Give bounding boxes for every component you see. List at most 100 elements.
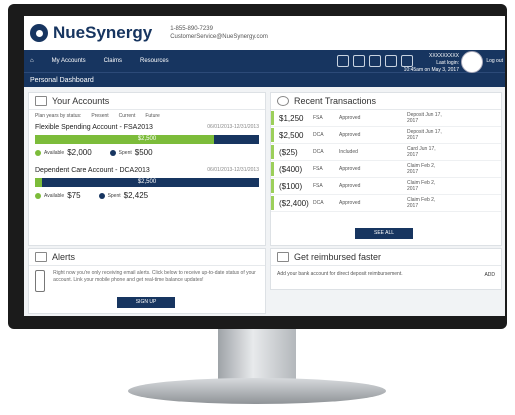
- dca-spent-label: Spent: [107, 192, 121, 199]
- alerts-title: Alerts: [52, 252, 76, 262]
- alerts-header: Alerts: [29, 249, 265, 266]
- contact-phone[interactable]: 1-855-890-7239: [170, 25, 268, 33]
- home-icon[interactable]: ⌂: [30, 58, 34, 64]
- tx-status: Approved: [339, 200, 361, 206]
- tx-status: Approved: [339, 166, 361, 172]
- tx-amount: ($100): [279, 181, 303, 191]
- see-all-button[interactable]: SEE ALL: [355, 228, 413, 239]
- tx-type: DCA: [313, 149, 324, 155]
- tx-desc: Claim Feb 2, 2017: [407, 163, 436, 175]
- tx-type: DCA: [313, 200, 324, 206]
- spent-dot-icon: [109, 149, 116, 156]
- dca-legend: Available $75 Spent $2,425: [29, 189, 265, 202]
- plan-filters: Plan years by status: Present Current Fu…: [29, 110, 265, 122]
- transactions-panel: Recent Transactions $1,250 FSA Approved Dep…: [270, 92, 502, 246]
- tx-desc: Deposit Jun 17, 2017: [407, 112, 442, 124]
- brand-name: NueSynergy: [53, 23, 153, 42]
- nav-my-accounts[interactable]: My Accounts: [52, 58, 86, 64]
- monitor-stand-neck: [218, 329, 296, 381]
- available-dot-icon: [35, 192, 41, 199]
- logo-icon: [30, 24, 48, 42]
- nav-resources[interactable]: Resources: [140, 58, 169, 64]
- filter-future[interactable]: Future: [145, 113, 159, 119]
- top-bar: NueSynergy 1-855-890-7239 CustomerServic…: [24, 16, 505, 50]
- fsa-spent-amount: $500: [134, 148, 153, 157]
- transaction-row[interactable]: ($100) FSA Approved Claim Feb 2, 2017: [271, 178, 501, 195]
- wallet-icon: [35, 96, 47, 106]
- reimburse-body: Add your bank account for direct deposit…: [271, 266, 501, 283]
- reimburse-title: Get reimbursed faster: [294, 252, 382, 262]
- tx-type: FSA: [313, 115, 323, 121]
- alerts-panel: Alerts Right now you're only receiving e…: [28, 248, 266, 314]
- last-login-date: 10:45am on May 3, 2017: [403, 67, 459, 73]
- messages-icon[interactable]: [337, 55, 349, 67]
- dca-available-label: Available: [44, 192, 65, 199]
- contact-email[interactable]: CustomerService@NueSynergy.com: [170, 33, 268, 41]
- mail-icon[interactable]: [369, 55, 381, 67]
- tx-amount: $1,250: [279, 113, 304, 123]
- contact-info: 1-855-890-7239 CustomerService@NueSynerg…: [170, 25, 268, 41]
- tx-status: Approved: [339, 183, 361, 189]
- reimburse-text: Add your bank account for direct deposit…: [277, 271, 403, 277]
- tx-desc: Claim Feb 2, 2017: [407, 180, 436, 192]
- user-name: XXXXXXXXX: [428, 53, 459, 59]
- transaction-row[interactable]: $2,500 DCA Approved Deposit Jun 17, 2017: [271, 127, 501, 144]
- transactions-title: Recent Transactions: [294, 96, 377, 106]
- fsa-account[interactable]: 06/01/2013-12/31/2013 Flexible Spending A…: [29, 122, 265, 133]
- main-nav: ⌂ My Accounts Claims Resources XXXXXXXXX…: [24, 50, 505, 74]
- card-icon[interactable]: [353, 55, 365, 67]
- tx-type: DCA: [313, 132, 324, 138]
- tx-status: Approved: [339, 115, 361, 121]
- transaction-row[interactable]: ($25) DCA Included Card Jun 17, 2017: [271, 144, 501, 161]
- tx-desc: Deposit Jun 17, 2017: [407, 129, 442, 141]
- nav-icons: [337, 55, 413, 67]
- tx-amount: ($2,400): [279, 198, 309, 208]
- dca-account[interactable]: 06/01/2013-12/31/2013 Dependent Care Acco…: [29, 165, 265, 176]
- spent-dot-icon: [98, 192, 105, 199]
- page-title: Personal Dashboard: [24, 72, 505, 87]
- user-info: XXXXXXXXX Last login: 10:45am on May 3, …: [404, 53, 459, 74]
- transaction-row[interactable]: $1,250 FSA Approved Deposit Jun 17, 2017: [271, 110, 501, 127]
- row-marker: [271, 196, 274, 210]
- clock-icon: [277, 96, 289, 106]
- filter-current[interactable]: Current: [119, 113, 136, 119]
- tx-type: FSA: [313, 166, 323, 172]
- tx-amount: ($25): [279, 147, 298, 157]
- warning-icon: [35, 252, 47, 262]
- fsa-progress-bar: $2,500: [35, 135, 259, 144]
- reimburse-header: Get reimbursed faster: [271, 249, 501, 266]
- dca-spent-amount: $2,425: [123, 191, 149, 200]
- bank-card-icon: [277, 252, 289, 262]
- accounts-header: Your Accounts: [29, 93, 265, 110]
- tx-status: Approved: [339, 132, 361, 138]
- phone-icon: [35, 270, 46, 292]
- dca-progress-bar: $2,500: [35, 178, 259, 187]
- chat-icon[interactable]: [385, 55, 397, 67]
- logout-link[interactable]: Log out: [486, 58, 503, 64]
- tx-amount: $2,500: [279, 130, 304, 140]
- add-bank-button[interactable]: ADD: [484, 272, 495, 279]
- avatar[interactable]: [461, 51, 483, 73]
- fsa-available-label: Available: [44, 149, 65, 156]
- row-marker: [271, 162, 274, 176]
- available-dot-icon: [35, 149, 41, 156]
- fsa-legend: Available $2,000 Spent $500: [29, 146, 265, 159]
- transaction-row[interactable]: ($2,400) DCA Approved Claim Feb 2, 2017: [271, 195, 501, 212]
- dca-dates: 06/01/2013-12/31/2013: [207, 167, 259, 173]
- row-marker: [271, 179, 274, 193]
- row-marker: [271, 111, 274, 125]
- transactions-list: $1,250 FSA Approved Deposit Jun 17, 2017 $2…: [271, 110, 501, 212]
- row-marker: [271, 128, 274, 142]
- tx-desc: Card Jun 17, 2017: [407, 146, 436, 158]
- monitor-stand-base: [128, 378, 386, 404]
- tx-type: FSA: [313, 183, 323, 189]
- filter-present[interactable]: Present: [91, 113, 108, 119]
- last-login-label: Last login:: [436, 60, 459, 66]
- sign-up-button[interactable]: SIGN UP: [117, 297, 175, 308]
- fsa-name: Flexible Spending Account - FSA2013: [35, 124, 153, 131]
- transaction-row[interactable]: ($400) FSA Approved Claim Feb 2, 2017: [271, 161, 501, 178]
- tx-amount: ($400): [279, 164, 303, 174]
- nav-claims[interactable]: Claims: [104, 58, 122, 64]
- dca-name: Dependent Care Account - DCA2013: [35, 167, 150, 174]
- alerts-text: Right now you're only receiving email al…: [53, 270, 256, 283]
